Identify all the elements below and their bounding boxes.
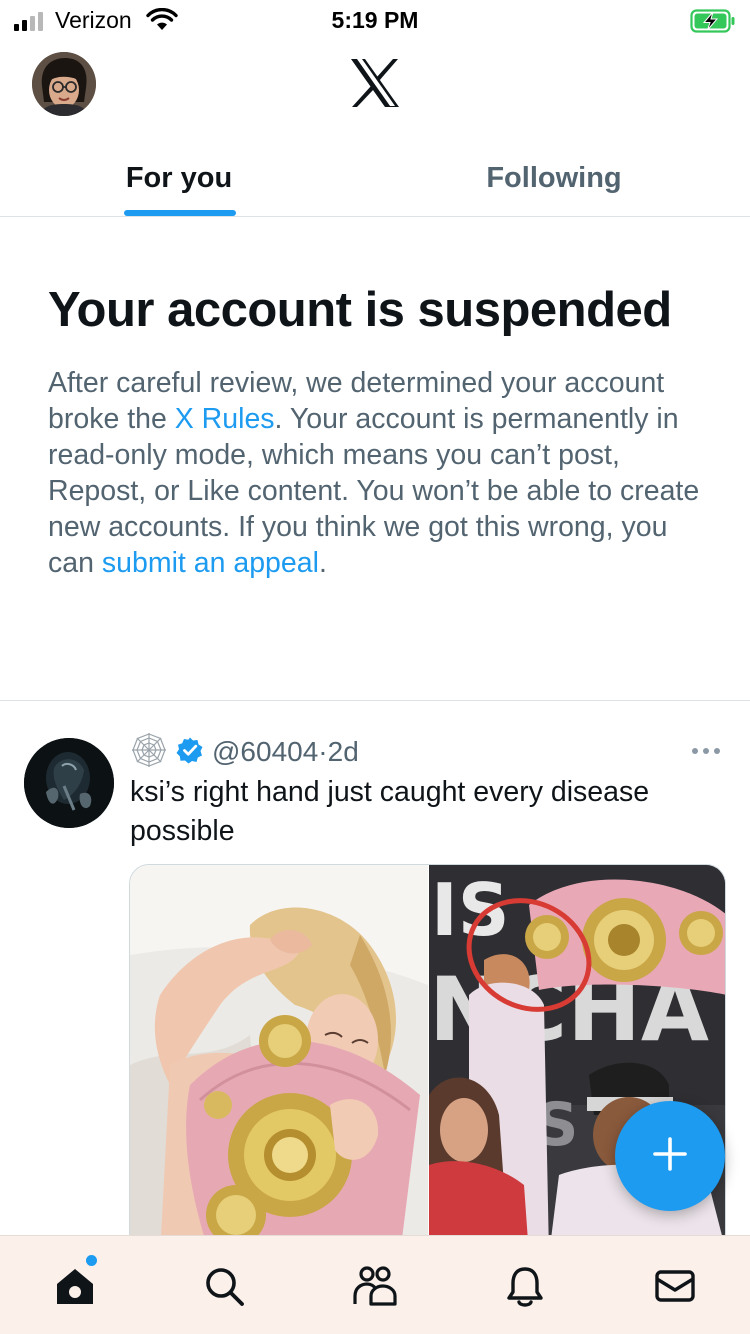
new-posts-indicator — [86, 1255, 97, 1266]
x-logo-icon[interactable] — [349, 58, 401, 113]
compose-post-button[interactable] — [615, 1101, 725, 1211]
tab-following[interactable]: Following — [358, 140, 750, 216]
bottom-navigation — [0, 1235, 750, 1334]
status-bar: Verizon 5:19 PM — [0, 0, 750, 40]
spider-web-icon — [130, 732, 168, 773]
suspension-text-end: . — [318, 547, 327, 579]
post-header: @60404·2d — [130, 732, 359, 773]
communities-icon[interactable] — [349, 1260, 401, 1312]
section-divider — [0, 700, 750, 701]
timeline-tabs: For you Following — [0, 140, 750, 217]
post-author-avatar[interactable] — [24, 738, 114, 828]
verified-badge-icon — [176, 736, 204, 769]
woman-with-pink-belt-photo[interactable] — [130, 865, 428, 1253]
submit-appeal-link[interactable]: submit an appeal — [102, 547, 319, 579]
post-age: 2d — [327, 736, 359, 767]
clock: 5:19 PM — [331, 7, 419, 33]
meta-separator: · — [318, 736, 328, 767]
search-icon[interactable] — [198, 1260, 250, 1312]
more-options-icon[interactable] — [692, 741, 724, 761]
post-text: ksi’s right hand just caught every disea… — [130, 776, 650, 847]
home-icon[interactable] — [49, 1260, 101, 1312]
x-rules-link[interactable]: X Rules — [175, 403, 275, 435]
plus-icon — [652, 1136, 688, 1177]
active-tab-indicator — [124, 210, 236, 216]
author-handle[interactable]: @60404 — [212, 736, 318, 767]
post-handle-line: @60404·2d — [212, 736, 359, 768]
messages-icon[interactable] — [649, 1260, 701, 1312]
battery-charging-icon — [690, 9, 736, 38]
suspension-message: After careful review, we determined your… — [48, 365, 708, 581]
suspension-title: Your account is suspended — [48, 283, 672, 337]
profile-avatar[interactable] — [32, 52, 96, 116]
notifications-icon[interactable] — [499, 1260, 551, 1312]
tab-for-you[interactable]: For you — [0, 140, 358, 216]
